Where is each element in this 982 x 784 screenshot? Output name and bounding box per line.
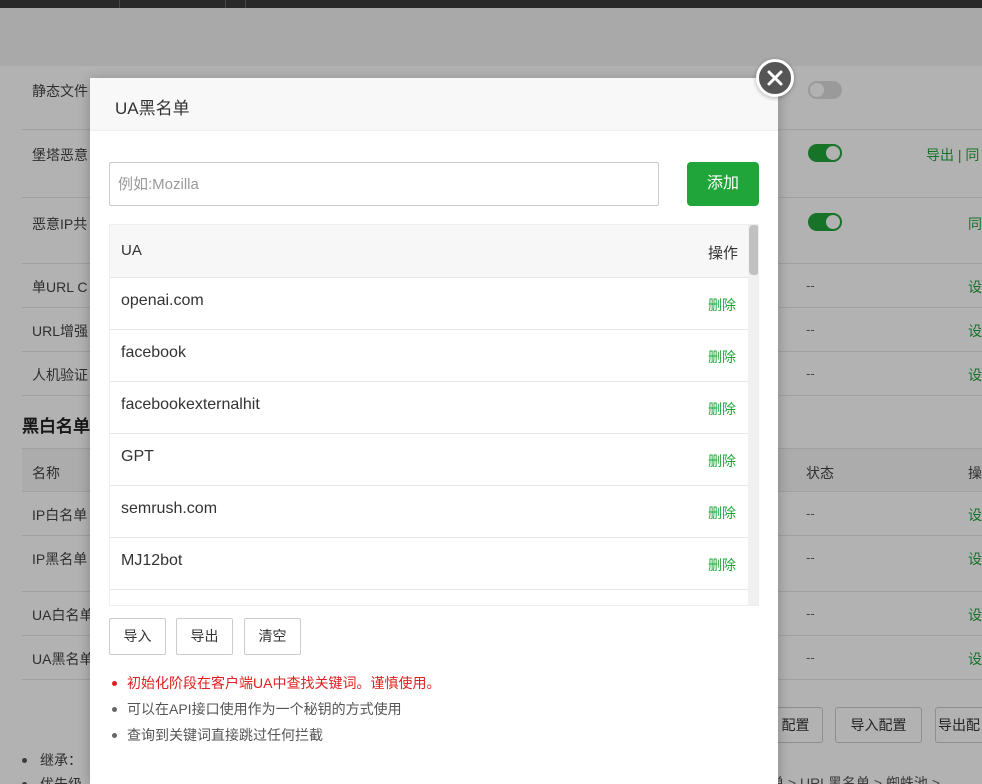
export-button[interactable]: 导出: [176, 618, 233, 655]
ua-value: GPT: [121, 448, 154, 465]
warning-note: 初始化阶段在客户端UA中查找关键词。谨慎使用。: [109, 670, 749, 696]
delete-link[interactable]: 删除: [708, 347, 736, 367]
table-row: GPT 删除: [110, 434, 748, 486]
column-operation: 操作: [707, 245, 738, 262]
table-scrollbar[interactable]: [748, 225, 758, 605]
scrollbar-thumb[interactable]: [749, 225, 758, 275]
table-row: semrush.com 删除: [110, 486, 748, 538]
ua-value: facebook: [121, 344, 186, 361]
delete-link[interactable]: 删除: [708, 503, 736, 523]
column-ua: UA: [121, 242, 142, 259]
ua-value: facebookexternalhit: [121, 396, 260, 413]
table-row: facebook 删除: [110, 330, 748, 382]
add-button[interactable]: 添加: [687, 162, 759, 206]
ua-table: UA 操作 openai.com 删除 facebook 删除 facebook…: [109, 224, 759, 606]
ua-value: MJ12bot: [121, 552, 183, 569]
clear-button[interactable]: 清空: [244, 618, 301, 655]
table-row: facebookexternalhit 删除: [110, 382, 748, 434]
delete-link[interactable]: 删除: [708, 295, 736, 315]
delete-link[interactable]: 删除: [708, 399, 736, 419]
ua-value: semrush.com: [121, 500, 218, 517]
help-note: 可以在API接口使用作为一个秘钥的方式使用: [109, 696, 749, 722]
close-button[interactable]: [756, 59, 794, 97]
ua-value: openai.com: [121, 292, 204, 309]
delete-link[interactable]: 删除: [708, 555, 736, 575]
delete-link[interactable]: 删除: [708, 451, 736, 471]
table-row: openai.com 删除: [110, 278, 748, 330]
dialog-title: UA黑名单: [115, 99, 190, 118]
ua-input[interactable]: [109, 162, 659, 206]
dialog-header: UA黑名单: [90, 78, 778, 131]
table-row: MJ12bot 删除: [110, 538, 748, 590]
table-row: [110, 590, 748, 605]
help-notes: 初始化阶段在客户端UA中查找关键词。谨慎使用。 可以在API接口使用作为一个秘钥…: [109, 670, 749, 748]
help-note: 查询到关键词直接跳过任何拦截: [109, 722, 749, 748]
table-header: UA 操作: [110, 225, 748, 278]
ua-blacklist-dialog: UA黑名单 添加 UA 操作 openai.com 删除 facebook 删除…: [90, 78, 778, 784]
import-button[interactable]: 导入: [109, 618, 166, 655]
close-icon: [767, 70, 783, 86]
